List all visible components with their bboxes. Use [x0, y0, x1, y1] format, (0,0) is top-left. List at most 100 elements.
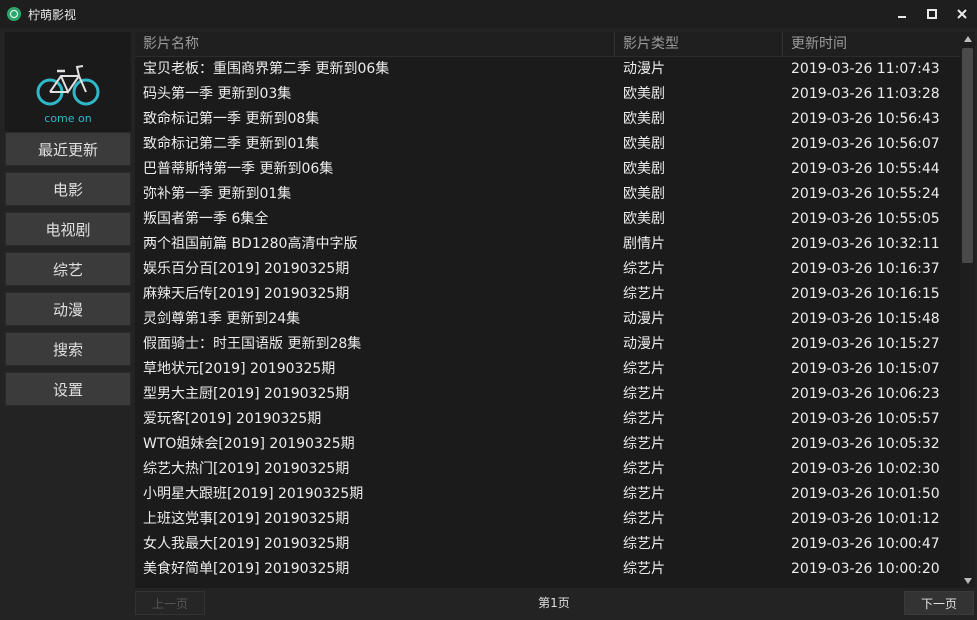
title-bar: 柠萌影视 [0, 0, 977, 28]
table-row[interactable]: 弥补第一季 更新到01集欧美剧2019-03-26 10:55:24 [135, 182, 960, 207]
table-row[interactable]: 两个祖国前篇 BD1280高清中字版剧情片2019-03-26 10:32:11 [135, 232, 960, 257]
cell-type: 综艺片 [615, 532, 783, 557]
table-row[interactable]: 叛国者第一季 6集全欧美剧2019-03-26 10:55:05 [135, 207, 960, 232]
close-button[interactable] [947, 0, 977, 28]
close-icon [957, 9, 967, 19]
table-scrollbar[interactable] [960, 32, 975, 588]
cell-time: 2019-03-26 11:07:43 [783, 57, 960, 82]
cell-type: 欧美剧 [615, 207, 783, 232]
arrow-up-icon [964, 36, 972, 42]
cell-type: 综艺片 [615, 357, 783, 382]
cell-type: 综艺片 [615, 282, 783, 307]
cell-name: 两个祖国前篇 BD1280高清中字版 [135, 232, 615, 257]
cell-time: 2019-03-26 10:06:23 [783, 382, 960, 407]
table-row[interactable]: 爱玩客[2019] 20190325期综艺片2019-03-26 10:05:5… [135, 407, 960, 432]
cell-name: 型男大主厨[2019] 20190325期 [135, 382, 615, 407]
cell-type: 综艺片 [615, 407, 783, 432]
cell-type: 综艺片 [615, 482, 783, 507]
cell-type: 动漫片 [615, 57, 783, 82]
cell-time: 2019-03-26 10:16:15 [783, 282, 960, 307]
video-table: 影片名称 影片类型 更新时间 宝贝老板：重围商界第二季 更新到06集动漫片201… [135, 32, 960, 588]
scroll-down-button[interactable] [960, 574, 975, 588]
cell-time: 2019-03-26 10:55:24 [783, 182, 960, 207]
cell-name: 女人我最大[2019] 20190325期 [135, 532, 615, 557]
nav-anime[interactable]: 动漫 [5, 292, 131, 326]
header-name[interactable]: 影片名称 [135, 32, 615, 57]
cell-time: 2019-03-26 10:15:48 [783, 307, 960, 332]
minimize-icon [897, 9, 907, 19]
cell-name: 小明星大跟班[2019] 20190325期 [135, 482, 615, 507]
cell-type: 综艺片 [615, 557, 783, 582]
table-row[interactable]: 宝贝老板：重围商界第二季 更新到06集动漫片2019-03-26 11:07:4… [135, 57, 960, 82]
nav-search[interactable]: 搜索 [5, 332, 131, 366]
cell-name: 综艺大热门[2019] 20190325期 [135, 457, 615, 482]
cell-name: 爱玩客[2019] 20190325期 [135, 407, 615, 432]
nav-movies[interactable]: 电影 [5, 172, 131, 206]
nav-variety[interactable]: 综艺 [5, 252, 131, 286]
table-row[interactable]: 麻辣天后传[2019] 20190325期综艺片2019-03-26 10:16… [135, 282, 960, 307]
table-row[interactable]: 女人我最大[2019] 20190325期综艺片2019-03-26 10:00… [135, 532, 960, 557]
cell-time: 2019-03-26 11:03:28 [783, 82, 960, 107]
cell-type: 综艺片 [615, 432, 783, 457]
cell-name: 草地状元[2019] 20190325期 [135, 357, 615, 382]
prev-page-button[interactable]: 上一页 [135, 591, 205, 615]
table-row[interactable]: 致命标记第一季 更新到08集欧美剧2019-03-26 10:56:43 [135, 107, 960, 132]
window-title: 柠萌影视 [28, 6, 76, 23]
cell-time: 2019-03-26 10:05:57 [783, 407, 960, 432]
cell-name: WTO姐妹会[2019] 20190325期 [135, 432, 615, 457]
maximize-icon [927, 9, 937, 19]
table-row[interactable]: 巴普蒂斯特第一季 更新到06集欧美剧2019-03-26 10:55:44 [135, 157, 960, 182]
nav-recent-updates[interactable]: 最近更新 [5, 132, 131, 166]
table-row[interactable]: 上班这党事[2019] 20190325期综艺片2019-03-26 10:01… [135, 507, 960, 532]
cell-time: 2019-03-26 10:15:27 [783, 332, 960, 357]
cell-type: 欧美剧 [615, 157, 783, 182]
window-controls [887, 0, 977, 28]
cell-name: 致命标记第一季 更新到08集 [135, 107, 615, 132]
cell-name: 码头第一季 更新到03集 [135, 82, 615, 107]
nav-settings[interactable]: 设置 [5, 372, 131, 406]
minimize-button[interactable] [887, 0, 917, 28]
cell-time: 2019-03-26 10:00:20 [783, 557, 960, 582]
table-row[interactable]: 假面骑士：时王国语版 更新到28集动漫片2019-03-26 10:15:27 [135, 332, 960, 357]
cell-time: 2019-03-26 10:05:32 [783, 432, 960, 457]
cell-type: 动漫片 [615, 307, 783, 332]
table-row[interactable]: 综艺大热门[2019] 20190325期综艺片2019-03-26 10:02… [135, 457, 960, 482]
table-row[interactable]: 灵剑尊第1季 更新到24集动漫片2019-03-26 10:15:48 [135, 307, 960, 332]
cell-time: 2019-03-26 10:01:12 [783, 507, 960, 532]
header-time[interactable]: 更新时间 [783, 32, 960, 57]
bicycle-icon [35, 62, 101, 106]
cell-time: 2019-03-26 10:01:50 [783, 482, 960, 507]
nav-tv-series[interactable]: 电视剧 [5, 212, 131, 246]
scroll-thumb[interactable] [962, 48, 973, 263]
cell-time: 2019-03-26 10:55:44 [783, 157, 960, 182]
table-row[interactable]: 致命标记第二季 更新到01集欧美剧2019-03-26 10:56:07 [135, 132, 960, 157]
table-row[interactable]: 草地状元[2019] 20190325期综艺片2019-03-26 10:15:… [135, 357, 960, 382]
cell-time: 2019-03-26 10:15:07 [783, 357, 960, 382]
scroll-up-button[interactable] [960, 32, 975, 46]
maximize-button[interactable] [917, 0, 947, 28]
cell-type: 欧美剧 [615, 107, 783, 132]
cell-time: 2019-03-26 10:55:05 [783, 207, 960, 232]
table-row[interactable]: 小明星大跟班[2019] 20190325期综艺片2019-03-26 10:0… [135, 482, 960, 507]
table-row[interactable]: 码头第一季 更新到03集欧美剧2019-03-26 11:03:28 [135, 82, 960, 107]
cell-name: 假面骑士：时王国语版 更新到28集 [135, 332, 615, 357]
sidebar: come on 最近更新 电影 电视剧 综艺 动漫 搜索 设置 [0, 28, 134, 620]
table-row[interactable]: 美食好简单[2019] 20190325期综艺片2019-03-26 10:00… [135, 557, 960, 582]
cell-type: 欧美剧 [615, 132, 783, 157]
table-row[interactable]: 型男大主厨[2019] 20190325期综艺片2019-03-26 10:06… [135, 382, 960, 407]
cell-time: 2019-03-26 10:16:37 [783, 257, 960, 282]
table-row[interactable]: WTO姐妹会[2019] 20190325期综艺片2019-03-26 10:0… [135, 432, 960, 457]
cell-name: 娱乐百分百[2019] 20190325期 [135, 257, 615, 282]
cell-type: 剧情片 [615, 232, 783, 257]
cell-time: 2019-03-26 10:02:30 [783, 457, 960, 482]
cell-name: 麻辣天后传[2019] 20190325期 [135, 282, 615, 307]
header-type[interactable]: 影片类型 [615, 32, 783, 57]
arrow-down-icon [964, 578, 972, 584]
cell-type: 欧美剧 [615, 182, 783, 207]
cell-name: 美食好简单[2019] 20190325期 [135, 557, 615, 582]
cell-name: 灵剑尊第1季 更新到24集 [135, 307, 615, 332]
next-page-button[interactable]: 下一页 [904, 591, 974, 615]
table-row[interactable]: 娱乐百分百[2019] 20190325期综艺片2019-03-26 10:16… [135, 257, 960, 282]
cell-time: 2019-03-26 10:56:07 [783, 132, 960, 157]
cell-name: 宝贝老板：重围商界第二季 更新到06集 [135, 57, 615, 82]
